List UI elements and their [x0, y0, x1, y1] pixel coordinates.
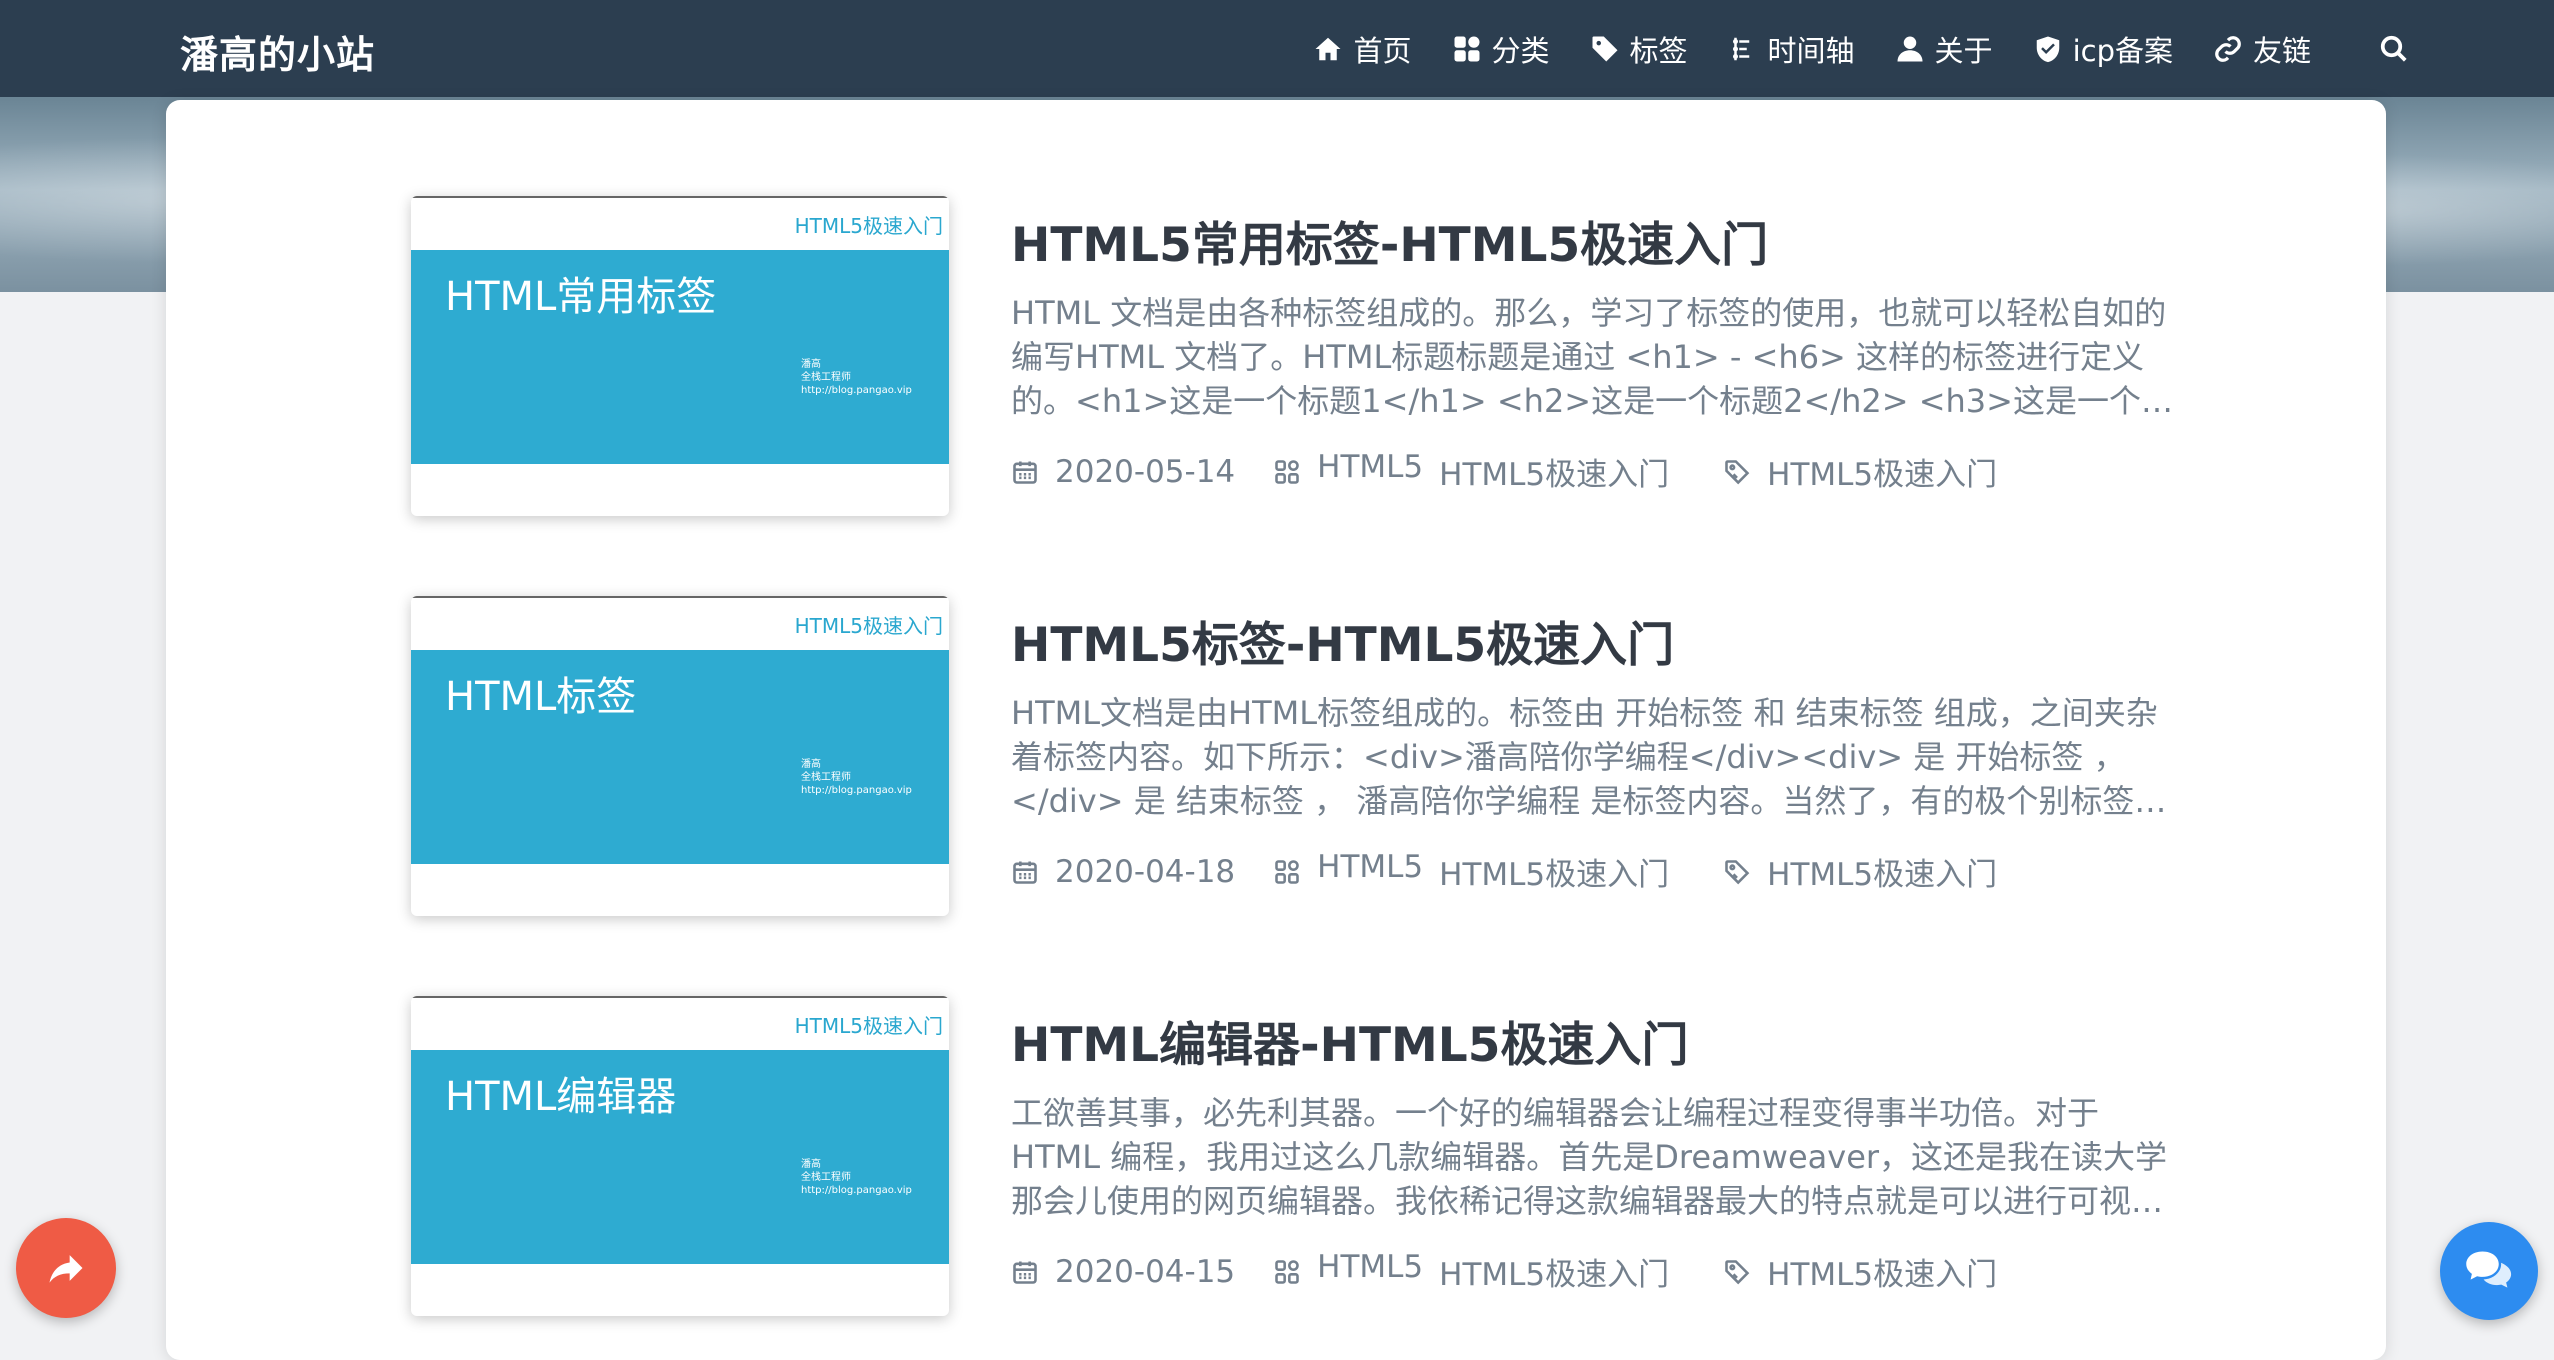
nav-item-categories[interactable]: 分类	[1452, 28, 1550, 70]
post-meta: 2020-04-15 HTML5 HTML5极速入门 HTML5极速入门	[1011, 1249, 2035, 1294]
nav-label: 友链	[2252, 33, 2311, 68]
thumb-author-info: 潘高 全栈工程师 http://blog.pangao.vip	[801, 358, 912, 397]
tag-icon	[1592, 36, 1618, 61]
post-excerpt: 工欲善其事，必先利其器。一个好的编辑器会让编程过程变得事半功倍。对于 HTML …	[1011, 1094, 2168, 1220]
thumb-author-info: 潘高 全栈工程师 http://blog.pangao.vip	[801, 758, 912, 797]
thumb-role: 全栈工程师	[801, 372, 851, 383]
thumb-author: 潘高	[801, 1159, 821, 1170]
post-tag-link[interactable]: HTML5极速入门	[1767, 449, 1997, 494]
nav-label: 标签	[1629, 33, 1688, 68]
link-icon	[2215, 35, 2241, 62]
nav-label: 时间轴	[1767, 33, 1855, 68]
nav-label: 首页	[1353, 33, 1412, 68]
grid-icon	[1454, 36, 1479, 61]
post-category-link[interactable]: HTML5极速入门	[1439, 449, 1669, 494]
chat-button[interactable]	[2440, 1222, 2538, 1320]
post-item: HTML5极速入门 HTML编辑器 潘高 全栈工程师 http://blog.p…	[411, 996, 2311, 1326]
nav-item-timeline[interactable]: 时间轴	[1728, 28, 1855, 70]
post-date: 2020-04-15	[1011, 1254, 1235, 1290]
calendar-icon	[1013, 861, 1037, 884]
share-button[interactable]	[16, 1218, 116, 1318]
post-date: 2020-05-14	[1011, 454, 1235, 490]
thumb-url: http://blog.pangao.vip	[801, 1185, 912, 1196]
timeline-icon	[1732, 37, 1749, 60]
nav-item-icp[interactable]: icp备案	[2033, 28, 2173, 70]
nav-item-about[interactable]: 关于	[1895, 28, 1993, 70]
share-icon	[49, 1255, 83, 1283]
thumb-url: http://blog.pangao.vip	[801, 785, 912, 796]
post-excerpt: HTML文档是由HTML标签组成的。标签由 开始标签 和 结束标签 组成，之间夹…	[1011, 694, 2167, 820]
tag-outline-icon	[1725, 859, 1750, 884]
post-tags: HTML5极速入门	[1723, 849, 1997, 894]
thumb-top-line	[411, 196, 949, 198]
post-category-link[interactable]: HTML5极速入门	[1439, 1249, 1669, 1294]
category-icon	[1275, 859, 1299, 884]
user-icon	[1897, 36, 1923, 61]
thumb-top-line	[411, 996, 949, 998]
post-meta: 2020-05-14 HTML5 HTML5极速入门 HTML5极速入门	[1011, 449, 2035, 494]
post-tag-link[interactable]: HTML5极速入门	[1767, 1249, 1997, 1294]
home-icon	[1315, 37, 1341, 60]
post-tag-link[interactable]: HTML5极速入门	[1767, 849, 1997, 894]
thumb-role: 全栈工程师	[801, 772, 851, 783]
thumb-url: http://blog.pangao.vip	[801, 385, 912, 396]
post-item: HTML5极速入门 HTML常用标签 潘高 全栈工程师 http://blog.…	[411, 196, 2311, 526]
thumb-author: 潘高	[801, 759, 821, 770]
thumb-title: HTML编辑器	[445, 1074, 677, 1120]
site-brand[interactable]: 潘高的小站	[180, 24, 375, 79]
post-list-card: HTML5极速入门 HTML常用标签 潘高 全栈工程师 http://blog.…	[166, 100, 2386, 1360]
tag-outline-icon	[1725, 459, 1750, 484]
post-date-text: 2020-04-15	[1055, 1253, 1236, 1290]
nav-item-home[interactable]: 首页	[1313, 28, 1412, 70]
post-category-link[interactable]: HTML5	[1317, 1249, 1423, 1294]
thumb-author: 潘高	[801, 359, 821, 370]
thumb-author-info: 潘高 全栈工程师 http://blog.pangao.vip	[801, 1158, 912, 1197]
post-tags: HTML5极速入门	[1723, 449, 1997, 494]
post-tags: HTML5极速入门	[1723, 1249, 1997, 1294]
thumb-title: HTML标签	[445, 674, 637, 720]
post-thumbnail[interactable]: HTML5极速入门 HTML标签 潘高 全栈工程师 http://blog.pa…	[411, 596, 949, 916]
thumb-series-label: HTML5极速入门	[794, 214, 943, 238]
nav-item-friend-links[interactable]: 友链	[2213, 28, 2311, 70]
thumb-series-label: HTML5极速入门	[794, 614, 943, 638]
nav-label: icp备案	[2072, 33, 2173, 68]
post-categories: HTML5 HTML5极速入门	[1273, 1249, 1685, 1294]
category-icon	[1275, 1259, 1299, 1284]
nav-label: 关于	[1934, 33, 1993, 68]
post-date-text: 2020-05-14	[1055, 453, 1236, 490]
thumb-title: HTML常用标签	[445, 274, 717, 320]
post-excerpt: HTML 文档是由各种标签组成的。那么，学习了标签的使用，也就可以轻松自如的编写…	[1011, 294, 2173, 420]
nav-menu: 首页 分类 标签 时间轴 关于 icp备案 友链	[1313, 0, 2554, 97]
post-date: 2020-04-18	[1011, 854, 1235, 890]
search-icon	[2380, 35, 2407, 62]
shield-icon	[2036, 36, 2059, 62]
thumb-top-line	[411, 596, 949, 598]
category-icon	[1275, 459, 1299, 484]
tag-outline-icon	[1725, 1259, 1750, 1284]
post-thumbnail[interactable]: HTML5极速入门 HTML常用标签 潘高 全栈工程师 http://blog.…	[411, 196, 949, 516]
thumb-role: 全栈工程师	[801, 1172, 851, 1183]
post-meta: 2020-04-18 HTML5 HTML5极速入门 HTML5极速入门	[1011, 849, 2035, 894]
thumb-series-label: HTML5极速入门	[794, 1014, 943, 1038]
post-date-text: 2020-04-18	[1055, 853, 1236, 890]
post-title[interactable]: HTML编辑器-HTML5极速入门	[1011, 1006, 1688, 1075]
calendar-icon	[1013, 461, 1037, 484]
post-category-link[interactable]: HTML5	[1317, 449, 1423, 494]
post-item: HTML5极速入门 HTML标签 潘高 全栈工程师 http://blog.pa…	[411, 596, 2311, 926]
nav-item-tags[interactable]: 标签	[1590, 28, 1688, 70]
search-button[interactable]	[2379, 34, 2409, 64]
post-title[interactable]: HTML5常用标签-HTML5极速入门	[1011, 206, 1768, 275]
post-thumbnail[interactable]: HTML5极速入门 HTML编辑器 潘高 全栈工程师 http://blog.p…	[411, 996, 949, 1316]
nav-label: 分类	[1491, 33, 1550, 68]
post-category-link[interactable]: HTML5	[1317, 849, 1423, 894]
navbar: 潘高的小站 首页 分类 标签 时间轴 关于 icp备案 友链	[0, 0, 2554, 97]
post-categories: HTML5 HTML5极速入门	[1273, 449, 1685, 494]
calendar-icon	[1013, 1261, 1037, 1284]
chat-icon	[2466, 1251, 2512, 1288]
post-categories: HTML5 HTML5极速入门	[1273, 849, 1685, 894]
post-category-link[interactable]: HTML5极速入门	[1439, 849, 1669, 894]
post-title[interactable]: HTML5标签-HTML5极速入门	[1011, 606, 1674, 675]
